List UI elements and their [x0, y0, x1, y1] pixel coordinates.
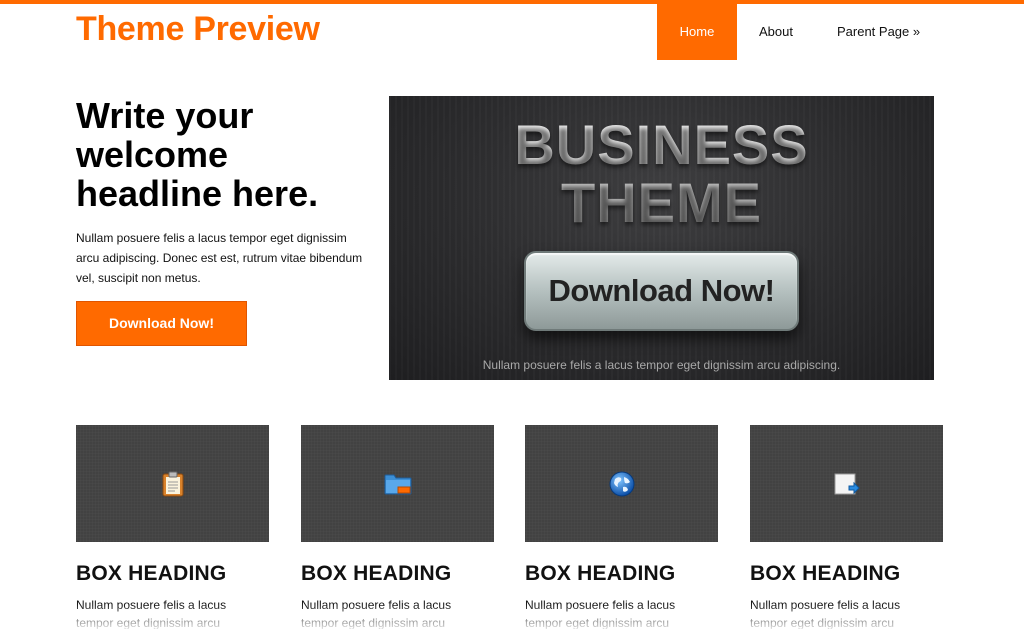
nav-item-parent-page[interactable]: Parent Page »: [815, 4, 942, 60]
box-text: Nullam posuere felis a lacus tempor eget…: [301, 598, 452, 629]
welcome-headline: Write your welcome headline here.: [76, 95, 319, 214]
banner-download-button[interactable]: Download Now!: [524, 251, 799, 331]
nav-item-about[interactable]: About: [737, 4, 815, 60]
box-heading: BOX HEADING: [525, 562, 676, 585]
main-nav: Home About Parent Page »: [657, 4, 942, 60]
banner-title-line2: THEME: [561, 171, 762, 234]
download-now-button[interactable]: Download Now!: [76, 301, 247, 346]
banner-title-line1: BUSINESS: [514, 113, 809, 176]
banner-title: BUSINESS THEME: [389, 116, 934, 232]
feature-box-4: BOX HEADING Nullam posuere felis a lacus…: [750, 425, 943, 629]
nav-item-home[interactable]: Home: [657, 4, 737, 60]
box-heading: BOX HEADING: [76, 562, 227, 585]
document-arrow-icon: [834, 473, 860, 494]
box-text: Nullam posuere felis a lacus tempor eget…: [750, 598, 901, 629]
box-image: [525, 425, 718, 542]
folder-icon: [384, 474, 411, 494]
intro-text: Nullam posuere felis a lacus tempor eget…: [76, 231, 363, 285]
feature-box-3: BOX HEADING Nullam posuere felis a lacus…: [525, 425, 718, 629]
globe-icon: [609, 471, 634, 496]
box-image: [76, 425, 269, 542]
clipboard-icon: [162, 471, 183, 496]
box-text: Nullam posuere felis a lacus tempor eget…: [76, 598, 227, 629]
box-heading: BOX HEADING: [301, 562, 452, 585]
box-image: [301, 425, 494, 542]
box-text: Nullam posuere felis a lacus tempor eget…: [525, 598, 676, 629]
feature-box-1: BOX HEADING Nullam posuere felis a lacus…: [76, 425, 269, 629]
feature-box-2: BOX HEADING Nullam posuere felis a lacus…: [301, 425, 494, 629]
site-title[interactable]: Theme Preview: [76, 10, 320, 49]
banner-caption: Nullam posuere felis a lacus tempor eget…: [482, 358, 841, 372]
hero-banner: BUSINESS THEME Download Now! Nullam posu…: [389, 96, 934, 380]
box-heading: BOX HEADING: [750, 562, 901, 585]
box-image: [750, 425, 943, 542]
